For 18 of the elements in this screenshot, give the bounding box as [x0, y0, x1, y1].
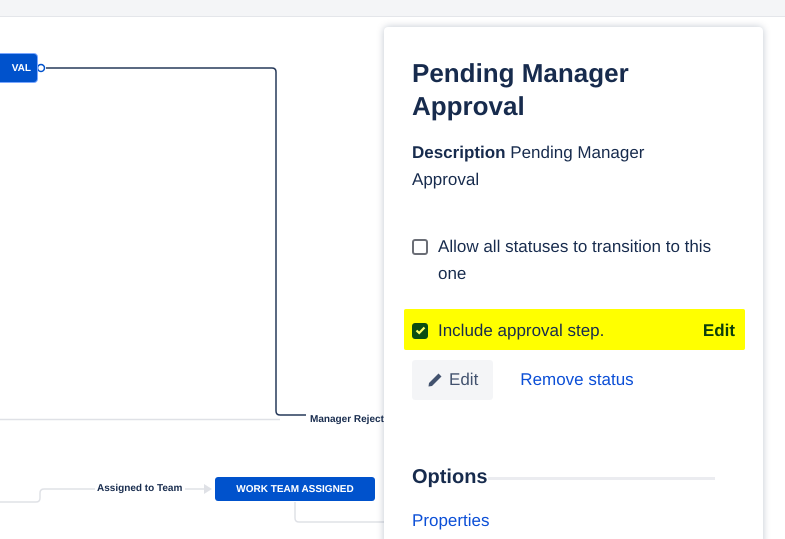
remove-status-link[interactable]: Remove status — [505, 360, 649, 400]
status-node[interactable]: VAL — [0, 53, 38, 83]
check-icon — [414, 326, 426, 335]
properties-link[interactable]: Properties — [412, 508, 490, 533]
section-title: Options — [412, 464, 488, 490]
option-label: Include approval step. — [438, 320, 604, 342]
option-label: Allow all statuses to transition to this one — [438, 236, 712, 285]
edit-button[interactable]: Edit — [412, 360, 494, 400]
panel-title: Pending Manager Approval — [412, 57, 630, 123]
checkbox[interactable] — [412, 322, 428, 338]
edit-link[interactable]: Edit — [702, 317, 735, 344]
arrow-icon — [185, 484, 212, 494]
status-node[interactable]: WORK TEAM ASSIGNED — [215, 477, 375, 501]
transition-label[interactable]: Assigned to Team — [97, 483, 182, 495]
transition-label[interactable]: Manager Reject — [310, 414, 384, 426]
pencil-icon — [427, 372, 443, 388]
description-text: Description Pending Manager Approval — [412, 142, 646, 191]
checkbox[interactable] — [412, 239, 428, 255]
